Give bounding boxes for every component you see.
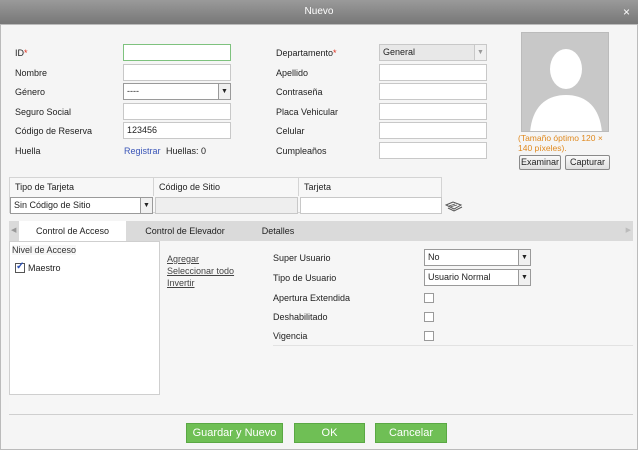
cumpleanos-label: Cumpleaños [276, 146, 327, 156]
tab-detalles[interactable]: Detalles [244, 221, 312, 241]
chevron-down-icon: ▼ [474, 45, 486, 60]
tipo-tarjeta-select[interactable]: Sin Código de Sitio ▼ [10, 197, 153, 214]
chevron-down-icon: ▼ [140, 198, 152, 213]
apertura-label: Apertura Extendida [273, 293, 351, 303]
seleccionar-todo-link[interactable]: Seleccionar todo [167, 266, 234, 276]
registrar-link[interactable]: Registrar [124, 146, 161, 156]
chevron-down-icon: ▼ [518, 270, 530, 285]
deshabilitado-checkbox[interactable] [424, 312, 434, 322]
tipo-usuario-label: Tipo de Usuario [273, 273, 337, 283]
tarjeta-input[interactable] [300, 197, 442, 214]
required-mark: * [24, 48, 28, 58]
window-title: Nuevo [304, 6, 334, 17]
huellas-count: Huellas: 0 [166, 146, 207, 156]
celular-input[interactable] [379, 122, 487, 139]
access-level-title: Nivel de Acceso [12, 245, 77, 255]
id-label: ID* [15, 48, 28, 58]
access-level-group: Nivel de Acceso Maestro [9, 241, 160, 395]
access-control-panel: Nivel de Acceso Maestro Agregar Seleccio… [9, 241, 633, 415]
apertura-checkbox[interactable] [424, 293, 434, 303]
placa-label: Placa Vehicular [276, 107, 339, 117]
cancel-button[interactable]: Cancelar [375, 423, 447, 443]
tab-scroll-right-icon[interactable]: ▶ [626, 226, 631, 234]
chevron-down-icon: ▼ [218, 84, 230, 99]
divider [273, 345, 633, 346]
apellido-label: Apellido [276, 68, 309, 78]
codigo-reserva-input[interactable]: 123456 [123, 122, 231, 139]
chevron-down-icon: ▼ [518, 250, 530, 265]
photo-size-hint: (Tamaño óptimo 120 × 140 píxeles). [518, 133, 603, 153]
user-silhouette-icon [530, 49, 602, 131]
codigo-reserva-label: Código de Reserva [15, 126, 93, 136]
apellido-input[interactable] [379, 64, 487, 81]
ok-button[interactable]: OK [294, 423, 365, 443]
genero-value: ---- [127, 86, 139, 96]
deshabilitado-label: Deshabilitado [273, 312, 328, 322]
genero-label: Género [15, 87, 46, 97]
maestro-checkbox[interactable] [15, 261, 25, 273]
tab-control-elevador[interactable]: Control de Elevador [127, 221, 243, 241]
contrasena-label: Contraseña [276, 87, 323, 97]
vigencia-checkbox[interactable] [424, 331, 434, 341]
vigencia-label: Vigencia [273, 331, 308, 341]
tipo-usuario-select[interactable]: Usuario Normal ▼ [424, 269, 531, 286]
card-table: Tipo de Tarjeta Código de Sitio Tarjeta … [9, 177, 442, 214]
photo-placeholder [521, 32, 609, 132]
window-titlebar: Nuevo × [0, 0, 638, 24]
huella-label: Huella [15, 146, 41, 156]
contrasena-input[interactable] [379, 83, 487, 100]
browse-button[interactable]: Examinar [519, 155, 561, 170]
footer-divider [9, 414, 633, 415]
card-reader-icon[interactable] [445, 200, 463, 212]
celular-label: Celular [276, 126, 305, 136]
capture-button[interactable]: Capturar [565, 155, 610, 170]
tab-bar: ◀ Control de Acceso Control de Elevador … [9, 221, 633, 241]
placa-input[interactable] [379, 103, 487, 120]
super-usuario-value: No [428, 252, 440, 262]
close-icon[interactable]: × [623, 0, 630, 24]
tab-scroll-left-icon[interactable]: ◀ [11, 226, 16, 234]
genero-select[interactable]: ---- ▼ [123, 83, 231, 100]
super-usuario-label: Super Usuario [273, 253, 331, 263]
departamento-label: Departamento* [276, 48, 337, 58]
nombre-input[interactable] [123, 64, 231, 81]
super-usuario-select[interactable]: No ▼ [424, 249, 531, 266]
departamento-select[interactable]: General ▼ [379, 44, 487, 61]
tab-control-acceso[interactable]: Control de Acceso [19, 221, 126, 241]
save-and-new-button[interactable]: Guardar y Nuevo [186, 423, 283, 443]
tipo-tarjeta-value: Sin Código de Sitio [14, 200, 91, 210]
agregar-link[interactable]: Agregar [167, 254, 199, 264]
maestro-label: Maestro [28, 263, 61, 273]
cumpleanos-input[interactable] [379, 142, 487, 159]
codigo-sitio-input[interactable] [155, 197, 298, 214]
new-user-dialog: ID* Nombre Género ---- ▼ Seguro Social C… [0, 24, 638, 450]
card-header-tarjeta: Tarjeta [304, 182, 332, 192]
invertir-link[interactable]: Invertir [167, 278, 195, 288]
seguro-social-label: Seguro Social [15, 107, 72, 117]
required-mark: * [333, 48, 337, 58]
seguro-social-input[interactable] [123, 103, 231, 120]
card-header-tipo: Tipo de Tarjeta [10, 178, 154, 196]
nombre-label: Nombre [15, 68, 48, 78]
departamento-value: General [383, 47, 416, 57]
tipo-usuario-value: Usuario Normal [428, 272, 491, 282]
id-input[interactable] [123, 44, 231, 61]
card-header-codigo: Código de Sitio [154, 178, 299, 196]
